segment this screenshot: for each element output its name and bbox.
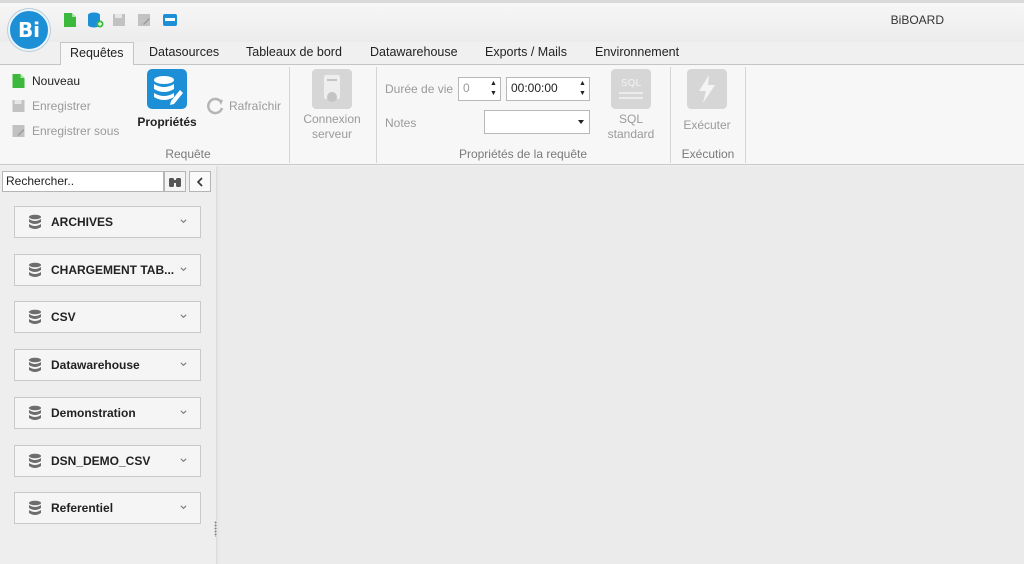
chevron-down-icon (180, 458, 187, 463)
refresh-icon (207, 97, 224, 115)
connexion-label-line1: Connexion (303, 112, 361, 126)
time-spinner[interactable]: 00:00:00 ▲ ▼ (506, 77, 590, 101)
group-label-requete: Requête (165, 147, 211, 161)
tab-datasources[interactable]: Datasources (140, 42, 228, 65)
sql-label-line1: SQL (618, 112, 643, 126)
datasource-panel: Rechercher.. ARCHIVES CHARGEMENT TAB... … (0, 166, 216, 564)
duree-de-vie-value: 0 (463, 81, 470, 95)
sql-label-line2: standard (607, 127, 655, 141)
datasource-item-chargement[interactable]: CHARGEMENT TAB... (14, 254, 201, 286)
tab-environnement[interactable]: Environnement (586, 42, 688, 65)
proprietes-button[interactable]: Propriétés (136, 69, 198, 130)
rafraichir-label: Rafraîchir (229, 99, 282, 113)
tab-datawarehouse[interactable]: Datawarehouse (361, 42, 467, 65)
tab-exports-mails[interactable]: Exports / Mails (476, 42, 576, 65)
search-input[interactable]: Rechercher.. (2, 171, 164, 192)
time-value: 00:00:00 (511, 81, 558, 95)
save-as-icon[interactable] (137, 12, 151, 28)
enregistrer-button[interactable]: Enregistrer (11, 98, 91, 114)
chevron-left-icon (196, 176, 203, 187)
datasource-label: DSN_DEMO_CSV (51, 454, 151, 468)
execute-icon (687, 69, 727, 109)
datasource-label: CSV (51, 310, 76, 324)
group-label-execution: Exécution (681, 147, 735, 161)
notes-dropdown[interactable] (484, 110, 590, 134)
datasource-item-datawarehouse[interactable]: Datawarehouse (14, 349, 201, 381)
properties-icon (147, 69, 187, 109)
new-document-icon[interactable] (63, 12, 77, 28)
executer-button[interactable]: Exécuter (676, 69, 738, 133)
biboard-window: BiBOARD Bi Requêtes Datasources Tableaux… (0, 0, 1024, 564)
title-bar: BiBOARD (0, 0, 1024, 42)
chevron-down-icon (180, 505, 187, 510)
sql-standard-button[interactable]: SQL SQL standard (600, 69, 662, 142)
nouveau-label: Nouveau (32, 74, 81, 88)
connexion-label-line2: serveur (311, 127, 352, 141)
enregistrer-label: Enregistrer (32, 99, 91, 113)
datasource-item-dsn-demo-csv[interactable]: DSN_DEMO_CSV (14, 445, 201, 477)
save-icon[interactable] (112, 12, 126, 28)
database-icon (29, 214, 41, 229)
main-workspace (219, 166, 1024, 564)
datasource-label: CHARGEMENT TAB... (51, 263, 175, 277)
chevron-down-icon (180, 362, 187, 367)
add-database-icon[interactable] (87, 12, 104, 28)
datasource-label: Referentiel (51, 501, 114, 515)
chevron-down-icon (578, 120, 584, 124)
database-icon (29, 453, 41, 468)
save-icon (12, 100, 25, 112)
datasource-label: ARCHIVES (51, 215, 114, 229)
chevron-down-icon (180, 410, 187, 415)
app-logo[interactable]: Bi (8, 9, 50, 51)
sql-icon: SQL (611, 69, 651, 109)
search-input-value: Rechercher.. (6, 174, 75, 188)
ribbon-tabs: Requêtes Datasources Tableaux de bord Da… (0, 42, 1024, 65)
enregistrer-sous-button[interactable]: Enregistrer sous (11, 123, 119, 139)
notes-value (485, 116, 493, 122)
chevron-down-icon (180, 314, 187, 319)
rafraichir-button[interactable]: Rafraîchir (207, 97, 281, 115)
duree-de-vie-label: Durée de vie (385, 82, 454, 96)
proprietes-label: Propriétés (137, 115, 197, 129)
new-document-icon (12, 74, 25, 88)
database-icon (29, 500, 41, 515)
collapse-panel-button[interactable] (189, 171, 211, 192)
group-label-proprietes-requete: Propriétés de la requête (458, 147, 588, 161)
notes-label: Notes (385, 116, 417, 130)
database-icon (29, 309, 41, 324)
tab-tableaux-de-bord[interactable]: Tableaux de bord (237, 42, 351, 65)
splitter-grip[interactable] (214, 521, 217, 537)
database-icon (29, 262, 41, 277)
datasource-label: Datawarehouse (51, 358, 140, 372)
ribbon-separator (745, 67, 746, 163)
server-connection-icon (312, 69, 352, 109)
executer-label: Exécuter (683, 118, 731, 132)
tab-requetes[interactable]: Requêtes (60, 42, 134, 65)
datasource-label: Demonstration (51, 406, 136, 420)
window-top-border (0, 0, 1024, 3)
spinner-arrows[interactable]: ▲ ▼ (489, 79, 498, 99)
enregistrer-sous-label: Enregistrer sous (32, 124, 120, 138)
chevron-down-icon (180, 267, 187, 272)
app-title: BiBOARD (890, 13, 944, 27)
datasource-item-referentiel[interactable]: Referentiel (14, 492, 201, 524)
ribbon: Nouveau Enregistrer Enregistrer sous Pro… (0, 64, 1024, 165)
svg-text:SQL: SQL (621, 78, 641, 89)
spinner-arrows[interactable]: ▲ ▼ (578, 79, 587, 99)
chevron-down-icon (180, 219, 187, 224)
window-icon[interactable] (162, 12, 178, 28)
database-icon (29, 405, 41, 420)
search-button[interactable] (164, 171, 186, 192)
datasource-item-csv[interactable]: CSV (14, 301, 201, 333)
database-icon (29, 357, 41, 372)
datasource-item-demonstration[interactable]: Demonstration (14, 397, 201, 429)
nouveau-button[interactable]: Nouveau (11, 73, 80, 89)
datasource-item-archives[interactable]: ARCHIVES (14, 206, 201, 238)
connexion-serveur-button[interactable]: Connexion serveur (300, 69, 364, 142)
duree-de-vie-spinner[interactable]: 0 ▲ ▼ (458, 77, 501, 101)
save-as-icon (12, 125, 25, 137)
binoculars-icon (169, 177, 181, 187)
